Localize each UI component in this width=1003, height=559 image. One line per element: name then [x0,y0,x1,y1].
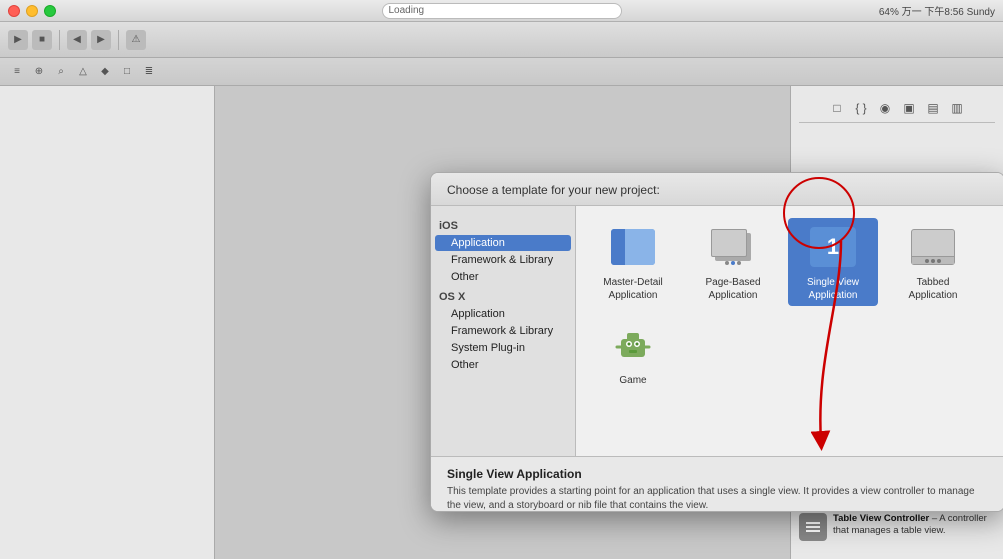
rp-file-icon[interactable]: □ [827,98,847,118]
sidebar-item-osx-framework[interactable]: Framework & Library [435,323,571,339]
secondary-toolbar: ≡ ⊕ ⌕ △ ◆ □ ≣ [0,58,1003,86]
rp-square-icon[interactable]: ▣ [899,98,919,118]
template-grid: Master-DetailApplication [576,206,1003,456]
sidebar-item-ios-application[interactable]: Application [435,235,571,251]
template-single-view[interactable]: 1 Single ViewApplication [788,218,878,306]
game-label: Game [619,374,646,387]
window-controls[interactable] [8,5,56,17]
back-button[interactable]: ◀ [67,30,87,50]
loading-indicator: Loading [382,3,622,19]
page-based-label: Page-BasedApplication [705,276,760,302]
ios-section-label: iOS [431,218,575,234]
minimize-button[interactable] [26,5,38,17]
maximize-button[interactable] [44,5,56,17]
template-page-based[interactable]: Page-BasedApplication [688,218,778,306]
tabbed-label: TabbedApplication [909,276,958,302]
stop-button[interactable]: ■ [32,30,52,50]
left-panel [0,86,215,559]
single-view-icon: 1 [808,222,858,272]
rp-bracket-icon[interactable]: { } [851,98,871,118]
desc-title: Single View Application [447,467,988,481]
master-detail-label: Master-DetailApplication [603,276,662,302]
search-toolbar-icon[interactable]: ⌕ [52,63,70,81]
forward-button[interactable]: ▶ [91,30,111,50]
sidebar-item-osx-application[interactable]: Application [435,306,571,322]
main-layout: Choose a template for your new project: … [0,86,1003,559]
page-based-icon [708,222,758,272]
table-view-controller-icon [799,513,827,541]
sidebar-item-ios-framework[interactable]: Framework & Library [435,252,571,268]
breakpoint-icon[interactable]: ◆ [96,63,114,81]
modal-title: Choose a template for your new project: [447,183,660,197]
osx-section-label: OS X [431,289,575,305]
list-item-table-view-controller: Table View Controller – A controller tha… [799,513,995,541]
test-icon[interactable]: □ [118,63,136,81]
toolbar-separator-2 [118,30,119,50]
template-description: Single View Application This template pr… [431,456,1003,512]
center-area: Choose a template for your new project: … [215,86,790,559]
rp-rect2-icon[interactable]: ▥ [947,98,967,118]
modal-sidebar: iOS Application Framework & Library Othe… [431,206,576,456]
right-panel-toolbar: □ { } ◉ ▣ ▤ ▥ [799,94,995,123]
folder-icon[interactable]: ≡ [8,63,26,81]
sidebar-item-osx-plugin[interactable]: System Plug-in [435,340,571,356]
close-button[interactable] [8,5,20,17]
rp-circle-icon[interactable]: ◉ [875,98,895,118]
title-bar: Loading 64% 万一 下午8:56 Sundy [0,0,1003,22]
report-icon[interactable]: ≣ [140,63,158,81]
template-chooser-dialog: Choose a template for your new project: … [430,172,1003,512]
sidebar-item-ios-other[interactable]: Other [435,269,571,285]
single-view-label: Single ViewApplication [807,276,859,302]
warning-icon[interactable]: △ [74,63,92,81]
template-game[interactable]: Game [588,316,678,391]
title-bar-center: Loading [382,3,622,19]
master-detail-icon [608,222,658,272]
title-bar-right: 64% 万一 下午8:56 Sundy [879,3,995,18]
modal-body: iOS Application Framework & Library Othe… [431,206,1003,456]
template-master-detail[interactable]: Master-DetailApplication [588,218,678,306]
toolbar-separator-1 [59,30,60,50]
main-toolbar: ▶ ■ ◀ ▶ ⚠ [0,22,1003,58]
template-tabbed[interactable]: TabbedApplication [888,218,978,306]
desc-text: This template provides a starting point … [447,485,988,512]
tabbed-icon [908,222,958,272]
run-button[interactable]: ▶ [8,30,28,50]
sidebar-item-osx-other[interactable]: Other [435,357,571,373]
system-info: 64% 万一 下午8:56 Sundy [879,3,995,18]
issues-button[interactable]: ⚠ [126,30,146,50]
git-icon[interactable]: ⊕ [30,63,48,81]
modal-header: Choose a template for your new project: [431,173,1003,206]
table-view-controller-text: Table View Controller – A controller tha… [833,513,995,538]
game-icon [608,320,658,370]
loading-text: Loading [389,5,425,16]
rp-rect-icon[interactable]: ▤ [923,98,943,118]
